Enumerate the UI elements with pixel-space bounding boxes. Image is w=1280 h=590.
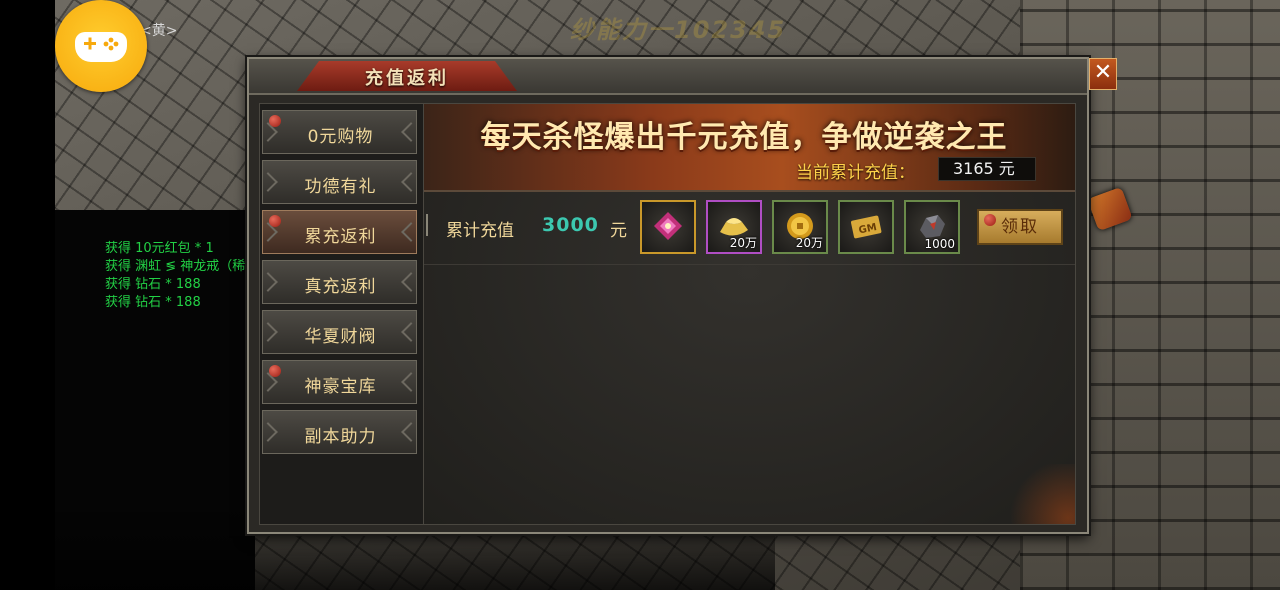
notification-dot-icon (984, 214, 996, 226)
total-recharge-value: 3165 元 (938, 157, 1036, 181)
sidebar-item-cumulative-rebate[interactable]: 累充返利 (258, 210, 421, 254)
item-quantity: 20万 (795, 236, 823, 250)
content-area: 每天杀怪爆出千元充值，争做逆袭之王 当前累计充值： 3165 元 累计充值 30… (423, 103, 1076, 525)
sidebar-item-treasury[interactable]: 神豪宝库 (258, 360, 421, 404)
tier-unit: 元 (610, 221, 627, 241)
sidebar-item-dungeon-assist[interactable]: 副本助力 (258, 410, 421, 454)
reward-tier-row: 累计充值 3000 元 20万 20万 GM 1000 领取 (424, 192, 1075, 265)
claim-button[interactable]: 领取 (977, 209, 1063, 245)
banner-headline: 每天杀怪爆出千元充值，争做逆袭之王 (480, 120, 1008, 155)
notification-dot-icon (269, 215, 281, 227)
reward-slot[interactable]: 1000 (904, 200, 960, 254)
sidebar-item-label: 真充返利 (304, 277, 377, 297)
row-marker-icon (426, 214, 440, 236)
sidebar-item-label: 功德有礼 (304, 177, 377, 197)
ember-glow (1005, 464, 1075, 524)
reward-slot[interactable]: GM (838, 200, 894, 254)
item-quantity: 20万 (729, 236, 757, 250)
total-recharge-label: 当前累计充值： (796, 163, 915, 183)
promo-banner: 每天杀怪爆出千元充值，争做逆袭之王 当前累计充值： 3165 元 (424, 104, 1075, 192)
notification-dot-icon (269, 115, 281, 127)
gm-card-icon: GM (851, 215, 882, 239)
reward-slot[interactable]: 20万 (706, 200, 762, 254)
sidebar-item-label: 副本助力 (304, 427, 377, 447)
reward-slot[interactable]: 20万 (772, 200, 828, 254)
sidebar-item-label: 华夏财阀 (304, 327, 377, 347)
sidebar-item-label: 0元购物 (307, 127, 374, 147)
sidebar-item-real-rebate[interactable]: 真充返利 (258, 260, 421, 304)
close-button[interactable]: ✕ (1089, 58, 1117, 90)
sidebar-item-label: 累充返利 (304, 227, 377, 247)
combat-power-text: 纱能力一102345 (570, 16, 787, 44)
gem-crest-icon (654, 212, 682, 240)
recharge-rebate-panel: 充值返利 0元购物 功德有礼 累充返利 真充返利 华夏财阀 神豪宝库 副本助力 … (247, 57, 1089, 534)
tier-label: 累计充值 (446, 221, 514, 241)
gamepad-icon (75, 32, 127, 62)
panel-header: 充值返利 (249, 59, 1087, 95)
category-sidebar: 0元购物 功德有礼 累充返利 真充返利 华夏财阀 神豪宝库 副本助力 (258, 103, 424, 525)
sidebar-item-zero-shopping[interactable]: 0元购物 (258, 110, 421, 154)
sidebar-item-label: 神豪宝库 (304, 377, 377, 397)
claim-button-label: 领取 (1001, 217, 1039, 237)
tier-amount: 3000 (542, 214, 599, 236)
item-quantity: 1000 (924, 237, 955, 251)
sidebar-item-merit-gift[interactable]: 功德有礼 (258, 160, 421, 204)
gamepad-app-icon[interactable] (55, 0, 147, 92)
sidebar-item-huaxia-tycoon[interactable]: 华夏财阀 (258, 310, 421, 354)
panel-title: 充值返利 (365, 68, 449, 89)
reward-slot[interactable] (640, 200, 696, 254)
notification-dot-icon (269, 365, 281, 377)
